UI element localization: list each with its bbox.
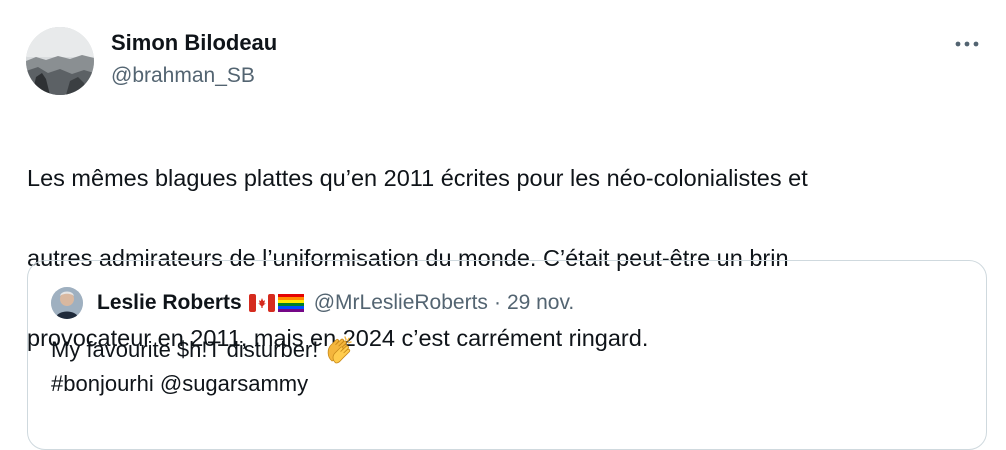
quoted-tweet-line: #bonjourhi @sugarsammy [51,371,309,396]
quoted-author-name[interactable]: Leslie Roberts [97,288,242,318]
more-options-button[interactable] [950,30,984,58]
tweet[interactable]: Simon Bilodeau @brahman_SB Les mêmes bla… [0,0,1006,450]
quoted-author-avatar[interactable] [51,287,83,319]
author-avatar-photo [26,27,94,95]
quoted-tweet-text: My favourite $h!T disturber! #bonjourhi … [51,333,951,401]
more-horizontal-icon [955,41,979,47]
author-name[interactable]: Simon Bilodeau [111,29,277,57]
quoted-author-avatar-photo [51,287,83,319]
clapping-hands-icon [328,336,353,364]
quoted-tweet-line-text: My favourite $h!T disturber! [51,337,319,362]
tweet-text-line: Les mêmes blagues plattes qu’en 2011 écr… [27,165,808,191]
quoted-author-handle[interactable]: @MrLeslieRoberts [314,288,488,318]
quoted-tweet-header: Leslie Roberts @MrLeslieRoberts · 29 nov… [97,288,574,318]
author-handle[interactable]: @brahman_SB [111,62,255,90]
quoted-tweet-line: My favourite $h!T disturber! [51,333,951,367]
quoted-tweet-date[interactable]: 29 nov. [507,288,574,318]
canada-flag-icon [248,294,275,312]
header-separator: · [493,291,501,314]
author-avatar[interactable] [26,27,94,95]
rainbow-flag-icon [277,294,304,312]
